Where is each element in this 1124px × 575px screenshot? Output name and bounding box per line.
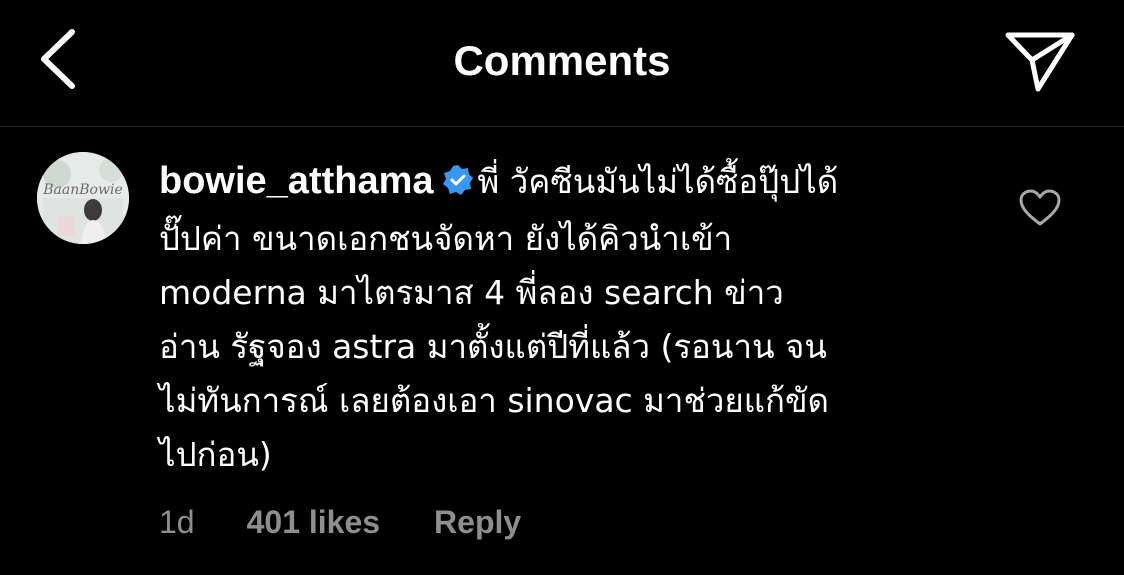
like-button[interactable] bbox=[1018, 188, 1062, 228]
header-bar: Comments bbox=[0, 0, 1124, 127]
comment-timestamp: 1d bbox=[159, 503, 195, 540]
comment-text-line: moderna มาไตรมาส 4 พี่ลอง search ข่าว bbox=[159, 273, 784, 312]
comment-text-line: อ่าน รัฐจอง astra มาตั้งแต่ปีที่แล้ว (รอ… bbox=[159, 327, 827, 366]
comment-text-line: ไม่ทันการณ์ เลยต้องเอา sinovac มาช่วยแก้… bbox=[159, 381, 829, 420]
comment-first-line: bowie_atthama พี่ วัคซีนมันไม่ได้ซื้อปุ๊ป… bbox=[159, 154, 959, 212]
avatar-logo-text: BaanBowie bbox=[42, 182, 122, 198]
username-link[interactable]: bowie_atthama bbox=[159, 160, 434, 202]
comment-meta: 1d 401 likes Reply bbox=[159, 500, 521, 544]
paper-plane-icon bbox=[1005, 32, 1075, 92]
verified-badge-icon bbox=[442, 158, 474, 212]
reply-button[interactable]: Reply bbox=[434, 504, 521, 541]
comment-body: bowie_atthama พี่ วัคซีนมันไม่ได้ซื้อปุ๊ป… bbox=[159, 154, 959, 482]
avatar-image: BaanBowie bbox=[37, 152, 129, 244]
comment-text-line: ไปก่อน) bbox=[159, 435, 272, 474]
page-title: Comments bbox=[453, 37, 671, 84]
share-button[interactable] bbox=[1002, 26, 1078, 96]
heart-outline-icon bbox=[1019, 189, 1061, 226]
avatar[interactable]: BaanBowie bbox=[37, 152, 129, 244]
comment-text-line: ปั๊ปค่า ขนาดเอกชนจัดหา ยังได้คิวนำเข้า bbox=[159, 219, 733, 258]
likes-count[interactable]: 401 likes bbox=[247, 504, 380, 541]
comment-text-line: พี่ วัคซีนมันไม่ได้ซื้อปุ๊ปได้ bbox=[477, 162, 839, 201]
